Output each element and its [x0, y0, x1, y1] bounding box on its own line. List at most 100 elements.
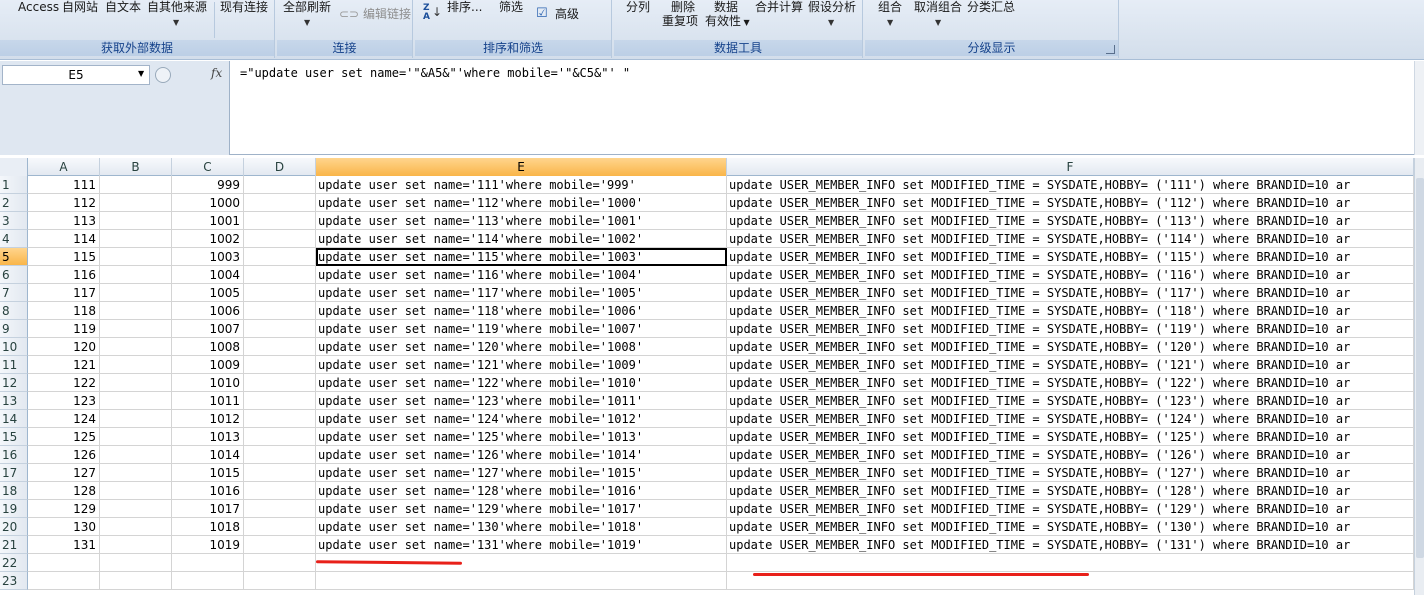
cell-c12[interactable]: 1010 [172, 374, 244, 392]
cell-f1[interactable]: update USER_MEMBER_INFO set MODIFIED_TIM… [727, 176, 1414, 194]
cell-c8[interactable]: 1006 [172, 302, 244, 320]
cell-a15[interactable]: 125 [28, 428, 100, 446]
cell-d7[interactable] [244, 284, 316, 302]
cell-d5[interactable] [244, 248, 316, 266]
cell-b3[interactable] [100, 212, 172, 230]
cell-a18[interactable]: 128 [28, 482, 100, 500]
cell-d12[interactable] [244, 374, 316, 392]
cell-f2[interactable]: update USER_MEMBER_INFO set MODIFIED_TIM… [727, 194, 1414, 212]
cell-b16[interactable] [100, 446, 172, 464]
cell-a11[interactable]: 121 [28, 356, 100, 374]
cell-a3[interactable]: 113 [28, 212, 100, 230]
row-header[interactable]: 14 [0, 410, 28, 428]
cell-d13[interactable] [244, 392, 316, 410]
cell-f21[interactable]: update USER_MEMBER_INFO set MODIFIED_TIM… [727, 536, 1414, 554]
cell-d20[interactable] [244, 518, 316, 536]
cell-e16[interactable]: update user set name='126'where mobile='… [316, 446, 727, 464]
row-header[interactable]: 7 [0, 284, 28, 302]
formula-bar-splitter[interactable] [155, 67, 171, 83]
cell-d18[interactable] [244, 482, 316, 500]
cell-c11[interactable]: 1009 [172, 356, 244, 374]
cell-b13[interactable] [100, 392, 172, 410]
name-box[interactable]: E5 [2, 65, 150, 85]
cell-f12[interactable]: update USER_MEMBER_INFO set MODIFIED_TIM… [727, 374, 1414, 392]
cell-a10[interactable]: 120 [28, 338, 100, 356]
cell-f3[interactable]: update USER_MEMBER_INFO set MODIFIED_TIM… [727, 212, 1414, 230]
row-header[interactable]: 18 [0, 482, 28, 500]
cell-e6[interactable]: update user set name='116'where mobile='… [316, 266, 727, 284]
cell-d17[interactable] [244, 464, 316, 482]
from-text-button[interactable]: 自文本 [105, 0, 141, 14]
cell-a1[interactable]: 111 [28, 176, 100, 194]
cell-c21[interactable]: 1019 [172, 536, 244, 554]
cell-e9[interactable]: update user set name='119'where mobile='… [316, 320, 727, 338]
from-web-button[interactable]: 自网站 [62, 0, 98, 14]
cell-a13[interactable]: 123 [28, 392, 100, 410]
row-header[interactable]: 9 [0, 320, 28, 338]
what-if-analysis-button[interactable]: 假设分析 [808, 0, 856, 14]
row-header[interactable]: 3 [0, 212, 28, 230]
cell-c15[interactable]: 1013 [172, 428, 244, 446]
row-header[interactable]: 17 [0, 464, 28, 482]
cell-e13[interactable]: update user set name='123'where mobile='… [316, 392, 727, 410]
cell-b9[interactable] [100, 320, 172, 338]
row-header[interactable]: 23 [0, 572, 28, 590]
sort-button[interactable]: 排序... [447, 0, 482, 14]
column-header-c[interactable]: C [172, 158, 244, 176]
cell-d11[interactable] [244, 356, 316, 374]
cell-f9[interactable]: update USER_MEMBER_INFO set MODIFIED_TIM… [727, 320, 1414, 338]
cell-b12[interactable] [100, 374, 172, 392]
cell-d21[interactable] [244, 536, 316, 554]
row-header[interactable]: 13 [0, 392, 28, 410]
cell-b1[interactable] [100, 176, 172, 194]
cell-c7[interactable]: 1005 [172, 284, 244, 302]
cell-d1[interactable] [244, 176, 316, 194]
cell-f5[interactable]: update USER_MEMBER_INFO set MODIFIED_TIM… [727, 248, 1414, 266]
cell-c19[interactable]: 1017 [172, 500, 244, 518]
row-header[interactable]: 10 [0, 338, 28, 356]
cell-d15[interactable] [244, 428, 316, 446]
row-header[interactable]: 15 [0, 428, 28, 446]
remove-duplicates-button[interactable]: 删除 重复项 [662, 0, 698, 28]
cell-f18[interactable]: update USER_MEMBER_INFO set MODIFIED_TIM… [727, 482, 1414, 500]
insert-function-icon[interactable]: fx [211, 66, 222, 80]
row-header[interactable]: 20 [0, 518, 28, 536]
cell-a17[interactable]: 127 [28, 464, 100, 482]
row-header[interactable]: 8 [0, 302, 28, 320]
cell-c13[interactable]: 1011 [172, 392, 244, 410]
cell-c16[interactable]: 1014 [172, 446, 244, 464]
chevron-down-icon[interactable]: ▼ [138, 69, 144, 78]
edit-links-button[interactable]: ⊂⊃ 编辑链接 [339, 7, 411, 21]
cell-e17[interactable]: update user set name='127'where mobile='… [316, 464, 727, 482]
cell-c22[interactable] [172, 554, 244, 572]
dialog-launcher-icon[interactable] [1106, 45, 1115, 54]
text-to-columns-button[interactable]: 分列 [626, 0, 650, 14]
cell-e4[interactable]: update user set name='114'where mobile='… [316, 230, 727, 248]
cell-b5[interactable] [100, 248, 172, 266]
cell-a16[interactable]: 126 [28, 446, 100, 464]
cell-e21[interactable]: update user set name='131'where mobile='… [316, 536, 727, 554]
cell-d8[interactable] [244, 302, 316, 320]
formula-input[interactable]: ="update user set name='"&A5&"'where mob… [240, 66, 630, 80]
cell-c4[interactable]: 1002 [172, 230, 244, 248]
cell-f15[interactable]: update USER_MEMBER_INFO set MODIFIED_TIM… [727, 428, 1414, 446]
cell-b21[interactable] [100, 536, 172, 554]
cell-c5[interactable]: 1003 [172, 248, 244, 266]
cell-e1[interactable]: update user set name='111'where mobile='… [316, 176, 727, 194]
cell-e5[interactable]: update user set name='115'where mobile='… [316, 248, 727, 266]
data-validation-button[interactable]: 数据 有效性 ▼ [705, 0, 750, 30]
select-all-corner[interactable] [0, 158, 28, 176]
ungroup-button[interactable]: 取消组合 [914, 0, 962, 14]
cell-b17[interactable] [100, 464, 172, 482]
cell-b15[interactable] [100, 428, 172, 446]
cell-d16[interactable] [244, 446, 316, 464]
column-header-a[interactable]: A [28, 158, 100, 176]
cell-b6[interactable] [100, 266, 172, 284]
cell-f22[interactable] [727, 554, 1414, 572]
cell-b23[interactable] [100, 572, 172, 590]
cell-c20[interactable]: 1018 [172, 518, 244, 536]
cell-b10[interactable] [100, 338, 172, 356]
cell-d3[interactable] [244, 212, 316, 230]
cell-f14[interactable]: update USER_MEMBER_INFO set MODIFIED_TIM… [727, 410, 1414, 428]
cell-b14[interactable] [100, 410, 172, 428]
